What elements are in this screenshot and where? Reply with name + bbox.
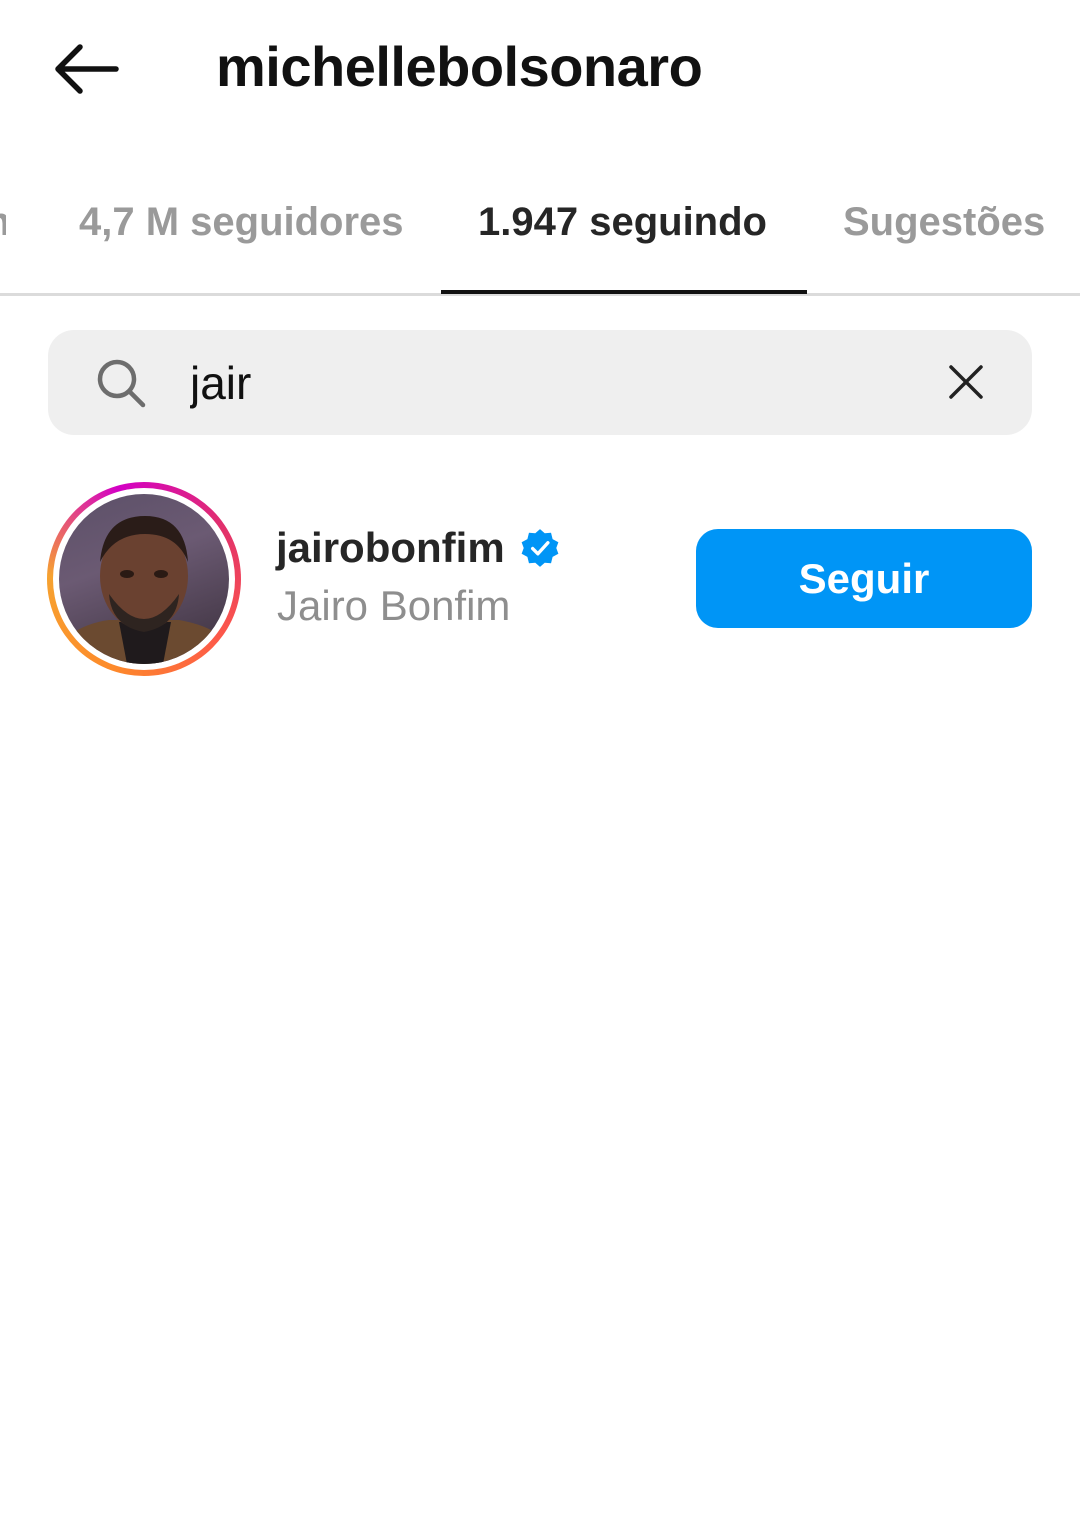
search-icon [97,359,146,408]
username-row: jairobonfim [276,524,561,572]
back-button[interactable] [40,32,130,106]
page-title: michellebolsonaro [216,35,703,98]
avatar [59,494,229,664]
username[interactable]: jairobonfim [276,524,505,572]
verified-badge-icon [521,529,559,567]
tab-suggestions[interactable]: Sugestões [843,200,1045,245]
active-tab-indicator [441,290,807,294]
arrow-left-icon [55,44,119,94]
follow-button[interactable]: Seguir [696,529,1032,628]
list-item[interactable]: jairobonfim Jairo Bonfim Seguir [0,470,1080,690]
full-name: Jairo Bonfim [277,582,511,629]
search-input[interactable] [190,350,890,416]
tab-partial[interactable]: n [0,200,6,245]
tab-following[interactable]: 1.947 seguindo [478,200,767,245]
avatar-photo [59,516,229,664]
tab-bar: n 4,7 M seguidores 1.947 seguindo Sugest… [0,170,1080,296]
story-ring[interactable] [47,482,241,676]
top-bar: michellebolsonaro [0,0,1080,140]
clear-search-button[interactable] [940,356,992,408]
close-icon [949,365,983,399]
tab-followers[interactable]: 4,7 M seguidores [79,200,404,245]
